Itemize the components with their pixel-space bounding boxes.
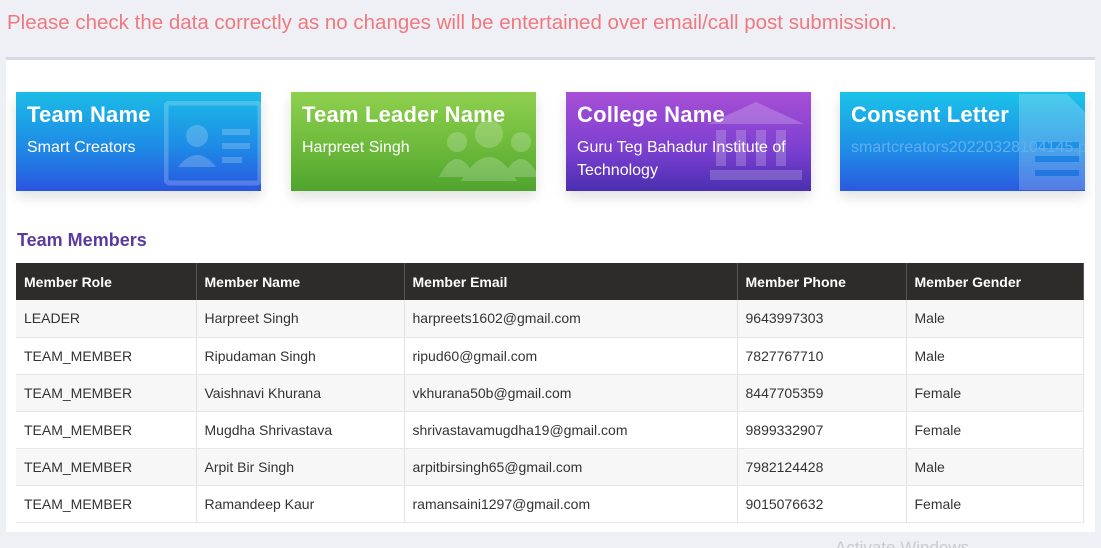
header-member-name: Member Name (196, 263, 405, 300)
member-email: arpitbirsingh65@gmail.com (404, 448, 738, 486)
member-phone: 7827767710 (737, 337, 907, 375)
member-phone: 9015076632 (737, 485, 907, 523)
member-phone: 8447705359 (737, 374, 907, 412)
member-gender: Female (906, 374, 1084, 412)
member-email: vkhurana50b@gmail.com (404, 374, 738, 412)
team-name-label: Team Name (27, 102, 151, 127)
consent-letter-card: Consent Letter smartcreators202203281041… (840, 92, 1085, 191)
member-role: TEAM_MEMBER (16, 337, 197, 375)
team-details-panel: Team Name Smart Creators Team Leader Nam… (6, 57, 1095, 532)
member-name: Arpit Bir Singh (196, 448, 405, 486)
member-role: TEAM_MEMBER (16, 485, 197, 523)
activate-windows-watermark: Activate Windows (835, 538, 970, 548)
header-member-gender: Member Gender (906, 263, 1084, 300)
member-gender: Male (906, 300, 1084, 338)
table-header-row: Member Role Member Name Member Email Mem… (16, 263, 1084, 300)
member-gender: Male (906, 448, 1084, 486)
member-role: LEADER (16, 300, 197, 338)
member-gender: Female (906, 485, 1084, 523)
member-name: Vaishnavi Khurana (196, 374, 405, 412)
member-phone: 9899332907 (737, 411, 907, 449)
member-email: harpreets1602@gmail.com (404, 300, 738, 338)
consent-letter-label: Consent Letter (851, 102, 1010, 127)
team-members-heading: Team Members (17, 230, 147, 250)
member-name: Ramandeep Kaur (196, 485, 405, 523)
table-row: TEAM_MEMBER Vaishnavi Khurana vkhurana50… (16, 374, 1084, 412)
member-email: shrivastavamugdha19@gmail.com (404, 411, 738, 449)
college-name-value: Guru Teg Bahadur Institute of Technology (577, 139, 786, 179)
team-leader-label: Team Leader Name (302, 102, 506, 127)
member-name: Ripudaman Singh (196, 337, 405, 375)
member-role: TEAM_MEMBER (16, 374, 197, 412)
header-member-email: Member Email (404, 263, 738, 300)
table-row: TEAM_MEMBER Ramandeep Kaur ramansaini129… (16, 485, 1084, 523)
header-member-phone: Member Phone (737, 263, 907, 300)
member-email: ripud60@gmail.com (404, 337, 738, 375)
member-phone: 9643997303 (737, 300, 907, 338)
submission-notice: Please check the data correctly as no ch… (7, 11, 897, 34)
consent-letter-link[interactable]: smartcreators20220328104145.pdf (851, 136, 1085, 159)
member-role: TEAM_MEMBER (16, 411, 197, 449)
header-member-role: Member Role (16, 263, 197, 300)
team-name-value: Smart Creators (27, 139, 136, 156)
member-phone: 7982124428 (737, 448, 907, 486)
team-name-card: Team Name Smart Creators (16, 92, 261, 191)
table-row: TEAM_MEMBER Mugdha Shrivastava shrivasta… (16, 411, 1084, 449)
table-row: TEAM_MEMBER Ripudaman Singh ripud60@gmai… (16, 337, 1084, 375)
team-leader-value: Harpreet Singh (302, 139, 410, 156)
college-name-label: College Name (577, 102, 725, 127)
team-members-table: Member Role Member Name Member Email Mem… (16, 263, 1084, 523)
member-gender: Female (906, 411, 1084, 449)
member-role: TEAM_MEMBER (16, 448, 197, 486)
team-leader-card: Team Leader Name Harpreet Singh (291, 92, 536, 191)
member-name: Harpreet Singh (196, 300, 405, 338)
member-email: ramansaini1297@gmail.com (404, 485, 738, 523)
college-name-card: College Name Guru Teg Bahadur Institute … (566, 92, 811, 191)
table-row: TEAM_MEMBER Arpit Bir Singh arpitbirsing… (16, 448, 1084, 486)
table-row: LEADER Harpreet Singh harpreets1602@gmai… (16, 300, 1084, 338)
member-name: Mugdha Shrivastava (196, 411, 405, 449)
member-gender: Male (906, 337, 1084, 375)
